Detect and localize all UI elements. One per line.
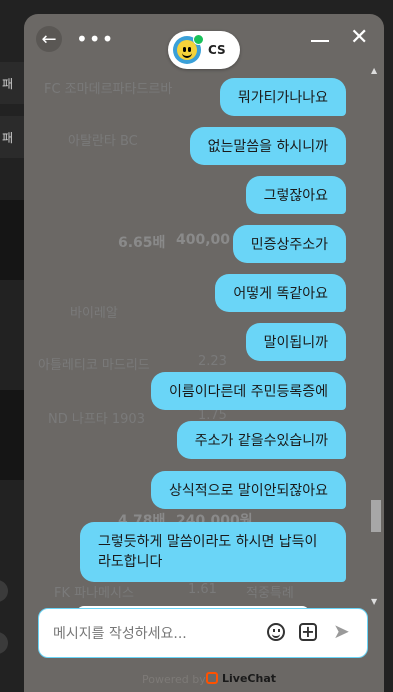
ghost-text: 적중특례: [246, 586, 294, 601]
ghost-text: FC 조마데르파타드르바: [44, 82, 173, 97]
ghost-text: FK 파나메시스: [54, 586, 134, 601]
message-bubble: 말이됩니까: [245, 323, 346, 361]
message-bubble: 그렇듯하게 말씀이라도 하시면 납득이라도합니다: [80, 522, 346, 582]
message-bubble: 이름이다른데 주민등록증에: [150, 372, 346, 410]
ghost-text: 2.23: [198, 354, 227, 369]
background-block: [0, 390, 24, 480]
avatar: [173, 34, 204, 64]
message-bubble: 주소가 같을수있습니까: [176, 421, 346, 459]
background-block: [0, 200, 24, 280]
close-icon[interactable]: ✕: [350, 27, 368, 49]
chat-header: ← ••• CS ✕: [24, 14, 384, 69]
online-status-icon: [193, 34, 204, 45]
message-bubble: 민증상주소가: [232, 225, 346, 263]
attach-plus-icon[interactable]: +: [299, 623, 317, 641]
ghost-text: ND 나프타 1903: [48, 412, 145, 427]
ghost-text: 6.65배: [118, 235, 166, 251]
brand-name[interactable]: LiveChat: [222, 672, 276, 685]
ghost-text: 아탈란타 BC: [68, 134, 138, 149]
message-bubble: 뭐가티가나나요: [219, 78, 346, 116]
background-cell: 패: [0, 116, 24, 158]
message-bubble: 그렇잖아요: [245, 176, 346, 214]
scroll-down-icon[interactable]: ▼: [371, 597, 377, 606]
agent-name: CS: [208, 43, 226, 57]
more-options-icon[interactable]: •••: [76, 26, 114, 52]
background-icon: [0, 580, 8, 602]
message-bubble: 어떻게 똑같아요: [215, 274, 346, 312]
powered-by-label: Powered by: [142, 673, 206, 686]
send-icon[interactable]: ➤: [333, 621, 350, 641]
ghost-text: 1.61: [188, 582, 217, 597]
chat-widget: FC 조마데르파타드르바 아탈란타 BC 6.65배 400,00 바이레알 아…: [24, 14, 384, 692]
message-composer: + ➤: [38, 608, 368, 658]
background-cell: 패: [0, 62, 24, 104]
scroll-up-icon[interactable]: ▲: [371, 66, 377, 75]
back-arrow-icon[interactable]: ←: [36, 26, 62, 52]
scroll-thumb[interactable]: [371, 500, 381, 532]
minimize-icon[interactable]: [311, 40, 329, 42]
scrollbar[interactable]: ▲ ▼: [369, 66, 381, 606]
ghost-text: 아틀레티코 마드리드: [38, 358, 150, 373]
agent-badge[interactable]: CS: [168, 31, 240, 69]
emoji-icon[interactable]: [267, 623, 285, 641]
livechat-logo-icon: [206, 672, 218, 684]
message-input[interactable]: [51, 622, 255, 646]
ghost-text: 400,00: [176, 232, 231, 248]
background-icon: [0, 632, 8, 654]
ghost-text: 바이레알: [70, 306, 118, 321]
message-bubble: 없는말씀을 하시니까: [189, 127, 346, 165]
message-bubble: 상식적으로 말이안되잖아요: [150, 471, 346, 509]
chat-footer: Powered by LiveChat: [24, 668, 384, 692]
